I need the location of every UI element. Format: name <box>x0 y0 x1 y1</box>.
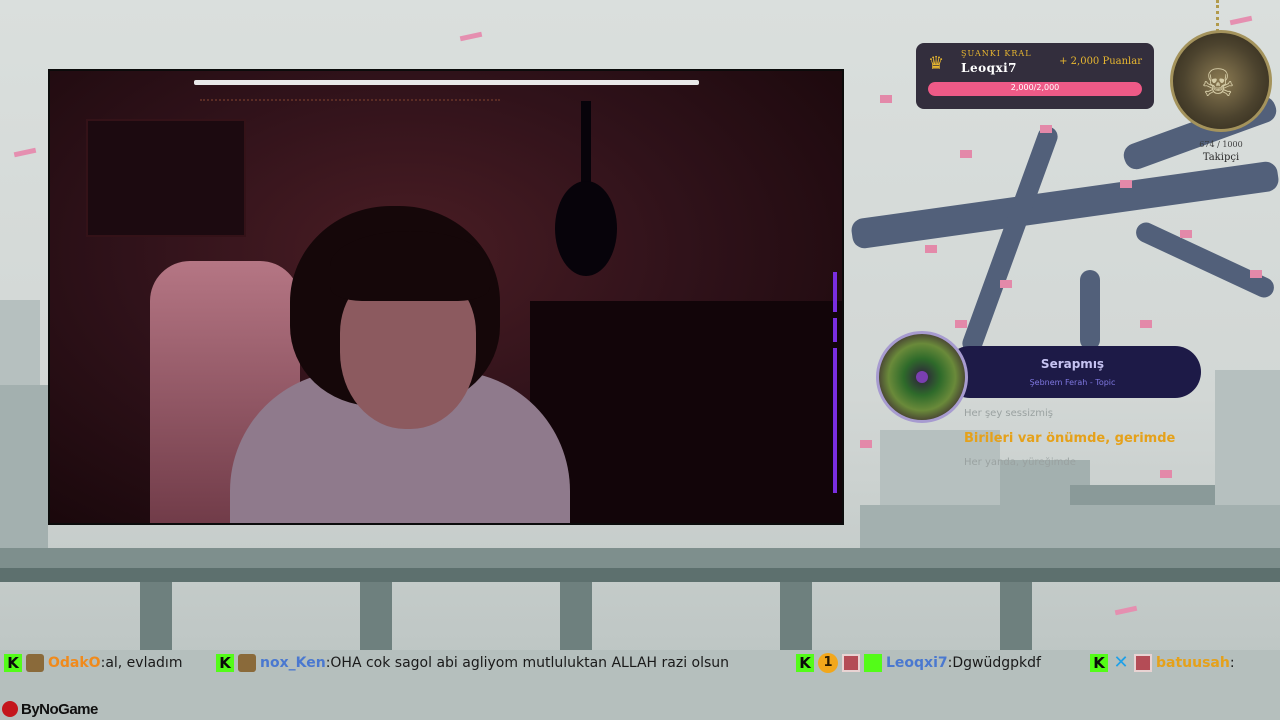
chat-message: K 1 Leoqxi7 : Dgwüdgpkdf <box>796 650 1041 676</box>
audio-level-bar <box>833 318 837 342</box>
chat-message: K ✕ batuusah : <box>1090 650 1235 676</box>
building <box>0 385 48 555</box>
bear-avatar-icon <box>26 654 44 672</box>
medallion-chain <box>1216 0 1224 32</box>
audio-level-bar <box>833 272 837 312</box>
chat-message: K OdakO : al, evladım <box>4 650 182 676</box>
bridge-pillar <box>140 582 172 652</box>
string-lights <box>200 99 500 103</box>
lyric-current: Birileri var önümde, gerimde <box>964 431 1176 446</box>
blossom <box>1120 180 1132 188</box>
follower-count: 674 / 1000 <box>1199 140 1243 149</box>
blossom <box>960 150 972 158</box>
disc-center <box>916 371 928 383</box>
tree-branch <box>1080 270 1100 350</box>
desk <box>530 301 842 523</box>
brand-logo-icon <box>2 701 18 717</box>
wall-poster <box>86 119 246 237</box>
king-progress-text: 2,000/2,000 <box>1010 83 1060 92</box>
bridge-pillar <box>360 582 392 652</box>
album-art-disc <box>876 331 968 423</box>
follower-label: Takipçi <box>1202 152 1240 163</box>
king-label: ŞUANKI KRAL <box>961 49 1032 58</box>
kick-icon: K <box>796 654 814 672</box>
bridge-pillar <box>1000 582 1032 652</box>
chat-username[interactable]: Leoqxi7 <box>886 655 948 671</box>
chat-message: K nox_Ken : OHA cok sagol abi agliyom mu… <box>216 650 729 676</box>
chat-username[interactable]: nox_Ken <box>260 655 326 671</box>
verified-badge-icon: ✕ <box>1113 652 1129 673</box>
chat-text: Dgwüdgpkdf <box>952 655 1041 671</box>
blossom <box>860 440 872 448</box>
building <box>860 505 1280 550</box>
chat-username[interactable]: OdakO <box>48 655 101 671</box>
brand-name: ByNoGame <box>21 700 98 718</box>
chat-text: al, evladım <box>105 655 183 671</box>
guitar <box>555 181 617 276</box>
bridge-pillar <box>560 582 592 652</box>
bridge-rail <box>0 548 1280 568</box>
kick-icon: K <box>4 654 22 672</box>
founder-badge-icon <box>842 654 860 672</box>
song-artist: Şebnem Ferah - Topic <box>1029 378 1116 387</box>
bridge-deck <box>0 568 1280 582</box>
lyric-previous: Her şey sessizmiş <box>964 408 1053 419</box>
streamer-bangs <box>330 231 490 301</box>
webcam-top-bar <box>194 80 699 85</box>
bridge-pillar <box>780 582 812 652</box>
lyric-next: Her yanda, yüreğimde <box>964 457 1076 468</box>
follower-goal-medallion: ☠ <box>1170 30 1272 132</box>
bear-avatar-icon <box>238 654 256 672</box>
webcam-feed <box>48 69 844 525</box>
kick-icon: K <box>216 654 234 672</box>
chat-separator: : <box>1229 655 1235 671</box>
blossom <box>1180 230 1192 238</box>
chat-username[interactable]: batuusah <box>1156 655 1230 671</box>
blossom <box>1140 320 1152 328</box>
blossom <box>1000 280 1012 288</box>
chat-text: OHA cok sagol abi agliyom mutluluktan AL… <box>330 655 730 671</box>
king-points: + 2,000 Puanlar <box>1059 56 1142 67</box>
gift-badge-icon <box>864 654 882 672</box>
skull-icon: ☠ <box>1201 61 1236 105</box>
audio-level-bar <box>833 348 837 493</box>
blossom <box>925 245 937 253</box>
now-playing-widget: Serapmış Şebnem Ferah - Topic <box>944 346 1201 398</box>
brand-watermark: ByNoGame <box>2 698 98 720</box>
chat-ticker: K OdakO : al, evladım K nox_Ken : OHA co… <box>0 650 1280 676</box>
blossom <box>955 320 967 328</box>
king-progress-bar: 2,000/2,000 <box>928 82 1142 96</box>
kick-icon: K <box>1090 654 1108 672</box>
subscriber-tier-badge: 1 <box>818 653 838 673</box>
top-supporter-widget: ♛ ŞUANKI KRAL Leoqxi7 + 2,000 Puanlar 2,… <box>916 43 1154 109</box>
king-username: Leoqxi7 <box>961 61 1018 75</box>
crown-icon: ♛ <box>928 53 945 74</box>
blossom <box>1040 125 1052 133</box>
song-title: Serapmış <box>1040 357 1105 371</box>
stream-overlay: ♛ ŞUANKI KRAL Leoqxi7 + 2,000 Puanlar 2,… <box>0 0 1280 720</box>
founder-badge-icon <box>1134 654 1152 672</box>
blossom <box>1250 270 1262 278</box>
blossom <box>1160 470 1172 478</box>
blossom <box>880 95 892 103</box>
